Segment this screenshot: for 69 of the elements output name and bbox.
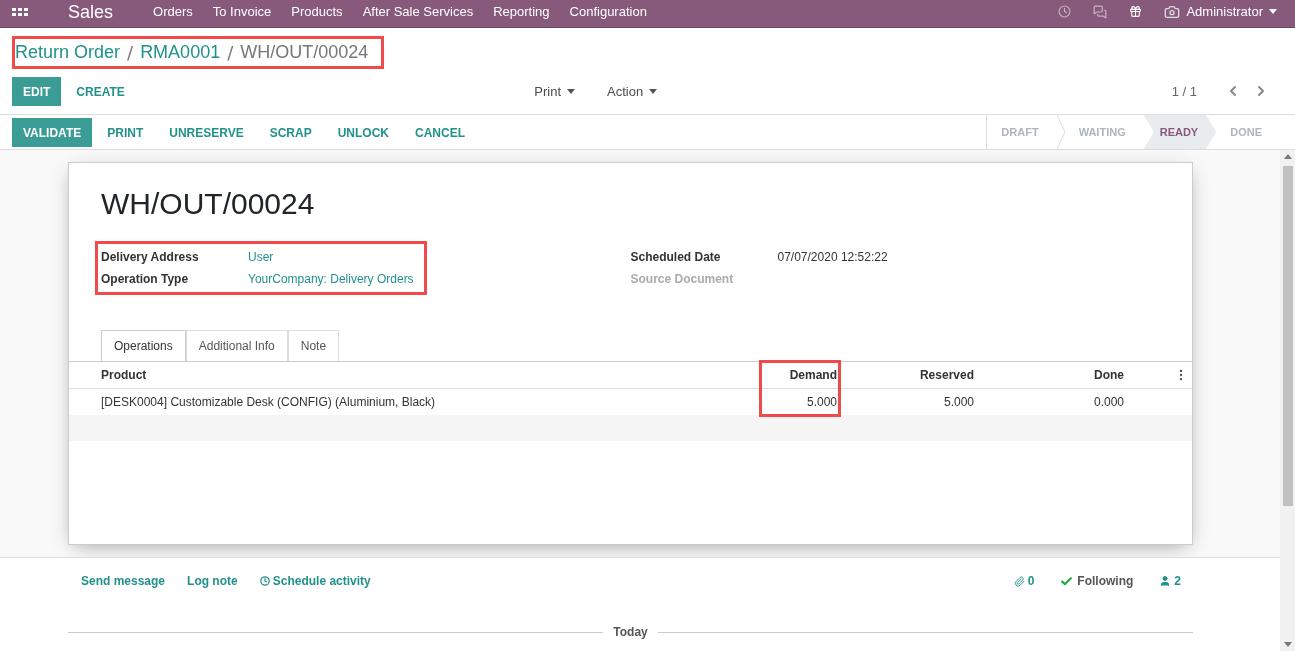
dropdown-button[interactable]: Print [528,82,582,100]
chatter-link[interactable]: Send message [81,574,166,588]
table-cell-text: 0.000 [1092,395,1125,409]
field-label: Delivery Address [100,250,200,264]
camera-icon [1164,3,1181,20]
app-title: Sales [68,1,114,22]
table-cell-text: 5.000 [805,395,838,409]
menu-link[interactable]: To Invoice [212,5,272,18]
chatter-link[interactable]: Schedule activity [259,574,371,588]
column-header[interactable]: Reserved [845,368,982,382]
attachments-button[interactable]: 0 [1013,574,1035,588]
status-step[interactable]: DRAFT [987,115,1057,149]
field-link[interactable]: YourCompany: Delivery Orders [248,272,414,286]
field-label: Operation Type [100,272,190,286]
table-cell-text: [DESK0004] Customizable Desk (CONFIG) (Aluminium, Black) [100,395,437,409]
user-menu[interactable]: Administrator [1164,3,1283,20]
header-button[interactable]: VALIDATE [12,117,93,147]
gift-icon[interactable] [1129,5,1143,18]
caret-icon [567,88,576,94]
clock-icon[interactable] [1058,5,1072,18]
header-button[interactable]: CANCEL [404,117,477,147]
record-title: WH/OUT/00024 [101,187,316,221]
field-label: Scheduled Date [629,250,722,264]
page-title: WH/OUT/00024 [240,42,369,63]
column-header[interactable]: Demand [765,368,845,382]
caret-icon [649,88,658,94]
clock-icon [259,576,270,586]
table-cell-text: 5.000 [942,395,975,409]
chatter-link[interactable]: Log note [187,574,238,588]
menu-link[interactable]: Configuration [569,5,647,18]
menu-link[interactable]: Reporting [493,5,550,18]
header-button[interactable]: PRINT [96,117,155,147]
field-value: 07/07/2020 12:52:22 [777,250,889,264]
header-button[interactable]: UNRESERVE [158,117,255,147]
scroll-up-arrow-icon[interactable] [1283,154,1292,159]
field-link[interactable]: User [248,250,414,264]
scrollbar[interactable] [1280,150,1295,651]
menu-link[interactable]: Orders [153,5,193,18]
dropdown-button[interactable]: Action [601,82,664,100]
status-step[interactable]: DONE [1216,115,1280,149]
status-step[interactable]: READY [1143,115,1217,149]
form-tab[interactable]: Additional Info [185,330,288,362]
edit-button[interactable]: EDIT [12,76,62,106]
column-header[interactable]: Done [982,368,1132,382]
paperclip-icon [1013,575,1025,587]
breadcrumb-link[interactable]: Return Order [15,42,121,63]
menu-link[interactable]: Products [291,5,343,18]
check-icon [1060,574,1074,588]
form-tab[interactable]: Operations [101,330,186,362]
date-separator: Today [613,625,648,639]
field-label: Source Document [629,272,735,286]
status-step[interactable]: WAITING [1064,115,1144,149]
pager-counter: 1 / 1 [1171,83,1197,99]
breadcrumb-link[interactable]: RMA0001 [140,42,221,63]
column-header[interactable]: Product [69,368,765,382]
person-icon [1159,575,1172,587]
followers-button[interactable]: 2 [1159,574,1181,588]
follow-button[interactable]: Following [1060,574,1134,588]
create-button[interactable]: CREATE [65,76,136,106]
form-tab[interactable]: Note [287,330,340,362]
breadcrumb-separator: / [127,42,134,63]
menu-link[interactable]: After Sale Services [362,5,474,18]
scroll-down-arrow-icon[interactable] [1283,642,1292,647]
chat-icon[interactable] [1093,4,1108,19]
header-button[interactable]: SCRAP [258,117,323,147]
header-button[interactable]: UNLOCK [326,117,401,147]
caret-icon [1269,9,1277,14]
apps-grid-icon[interactable] [12,5,28,18]
breadcrumb-separator: / [227,42,234,63]
